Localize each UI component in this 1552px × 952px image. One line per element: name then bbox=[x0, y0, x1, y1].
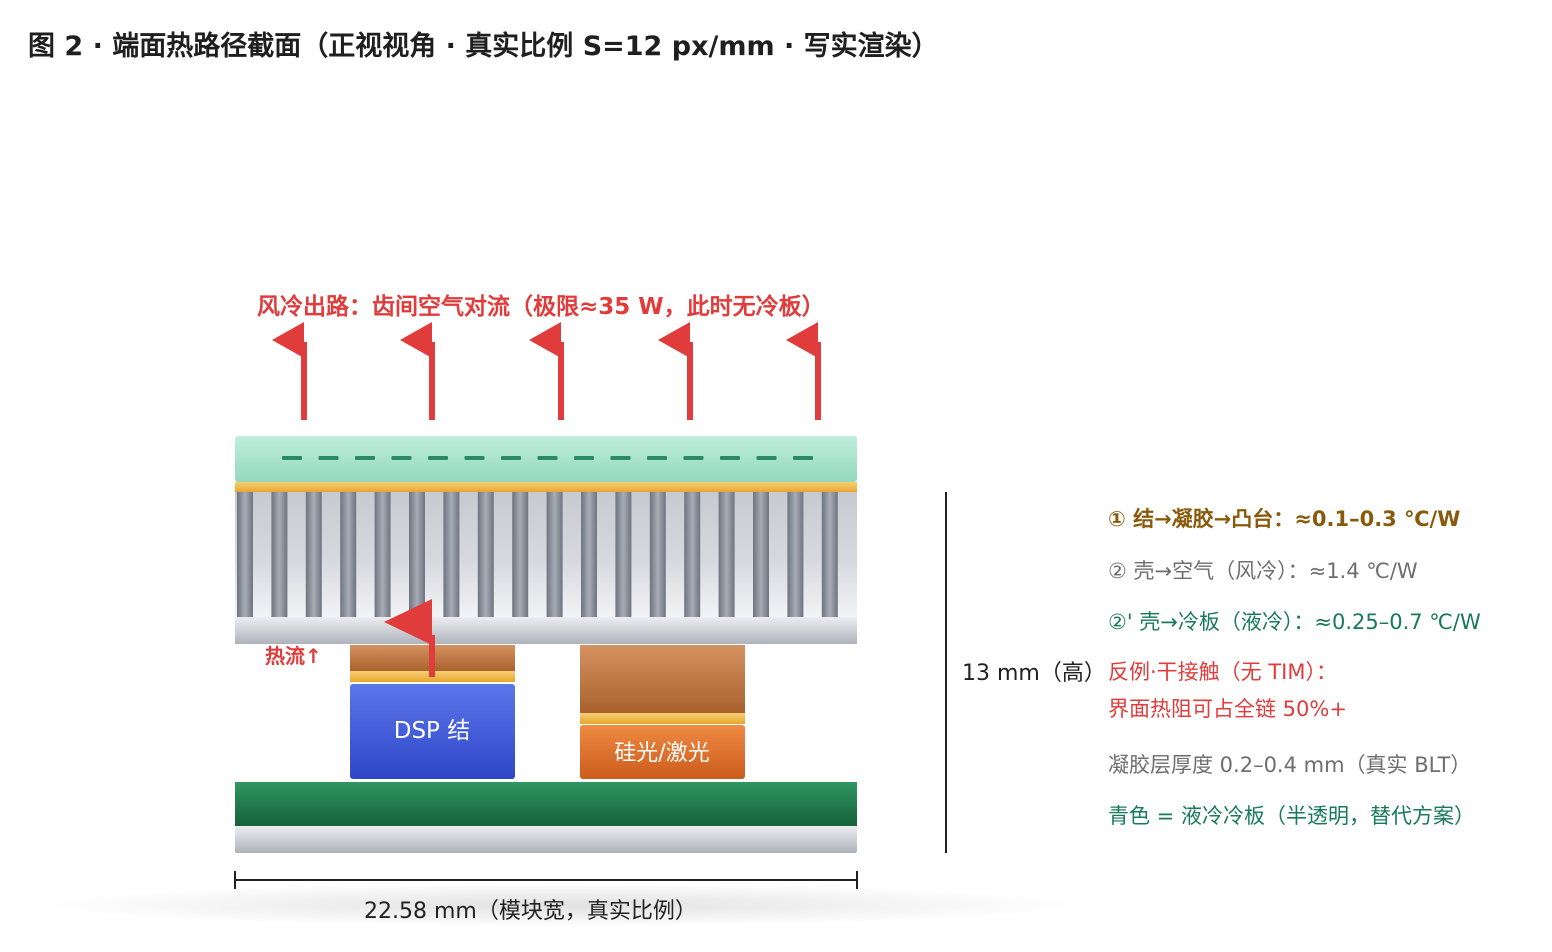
airflow-arrows bbox=[272, 322, 821, 420]
heatsink-fin bbox=[512, 492, 529, 617]
width-dimension-label: 22.58 mm（模块宽，真实比例） bbox=[364, 899, 697, 924]
airflow-arrow-head bbox=[658, 322, 690, 358]
coolant-dash bbox=[756, 456, 777, 460]
airflow-arrow bbox=[272, 322, 307, 420]
bottom-shell bbox=[235, 826, 857, 853]
legend-cyan-note: 青色 = 液冷冷板（半透明，替代方案） bbox=[1108, 804, 1475, 828]
heatsink-fin bbox=[271, 492, 288, 617]
heatsink-fin bbox=[374, 492, 391, 617]
legend-junction-to-boss: ① 结→凝胶→凸台：≈0.1–0.3 ℃/W bbox=[1108, 507, 1461, 531]
laser-copper-pedestal bbox=[580, 645, 745, 713]
heatsink-base bbox=[235, 617, 857, 644]
airflow-arrow bbox=[786, 322, 821, 420]
coolant-dash bbox=[683, 456, 704, 460]
heatsink-fin bbox=[237, 492, 253, 617]
airflow-arrow bbox=[400, 322, 435, 420]
heatsink-fin bbox=[546, 492, 563, 617]
airflow-arrow bbox=[529, 322, 564, 420]
coolant-dash bbox=[464, 456, 485, 460]
heat-flow-label: 热流↑ bbox=[265, 644, 322, 668]
coolant-dash bbox=[355, 456, 375, 460]
thermal-gel-top bbox=[235, 482, 857, 492]
heatsink-fin bbox=[581, 492, 597, 617]
coolant-dash bbox=[720, 456, 740, 460]
heatsink-fin bbox=[340, 492, 357, 617]
coolant-dash bbox=[610, 456, 631, 460]
coolant-dash bbox=[318, 456, 339, 460]
heatsink-fin bbox=[753, 492, 769, 617]
heatsink-fin bbox=[821, 492, 838, 617]
coolant-dash bbox=[793, 456, 813, 460]
cold-plate-coolant-channel bbox=[282, 456, 813, 460]
legend-gel-thickness: 凝胶层厚度 0.2–0.4 mm（真实 BLT） bbox=[1108, 753, 1472, 777]
legend-dry-contact-title: 反例·干接触（无 TIM）： bbox=[1108, 660, 1337, 684]
airflow-arrow-head bbox=[786, 322, 818, 358]
legend-dry-contact-detail: 界面热阻可占全链 50%+ bbox=[1108, 697, 1347, 721]
legend-case-to-air: ② 壳→空气（风冷）：≈1.4 ℃/W bbox=[1108, 559, 1418, 583]
coolant-dash bbox=[391, 456, 412, 460]
laser-chip-label: 硅光/激光 bbox=[614, 741, 709, 766]
heatsink-fin bbox=[787, 492, 804, 617]
heatsink-fin bbox=[649, 492, 666, 617]
airflow-arrow-head bbox=[529, 322, 561, 358]
coolant-dash bbox=[501, 456, 521, 460]
coolant-dash bbox=[574, 456, 594, 460]
dsp-chip-label: DSP 结 bbox=[394, 718, 471, 744]
coolant-dash bbox=[428, 456, 448, 460]
airflow-arrow-head bbox=[272, 322, 304, 358]
legend-case-to-coldplate: ②' 壳→冷板（液冷）：≈0.25–0.7 ℃/W bbox=[1108, 610, 1481, 634]
airflow-arrow-head bbox=[400, 322, 432, 358]
laser-thermal-gel bbox=[580, 713, 745, 724]
coolant-dash bbox=[537, 456, 558, 460]
pcb-board bbox=[235, 782, 857, 826]
heatsink-fin bbox=[718, 492, 735, 617]
heatsink-fin bbox=[684, 492, 701, 617]
heatsink-fin bbox=[409, 492, 425, 617]
heatsink-fin bbox=[443, 492, 460, 617]
coolant-dash bbox=[647, 456, 667, 460]
height-dimension-label: 13 mm（高） bbox=[962, 661, 1106, 686]
heatsink-fin bbox=[477, 492, 494, 617]
coolant-dash bbox=[282, 456, 302, 460]
airflow-arrow bbox=[658, 322, 693, 420]
airflow-path-label: 风冷出路：齿间空气对流（极限≈35 W，此时无冷板） bbox=[257, 294, 825, 320]
heatsink-fin bbox=[305, 492, 322, 617]
heatsink-fin bbox=[615, 492, 632, 617]
